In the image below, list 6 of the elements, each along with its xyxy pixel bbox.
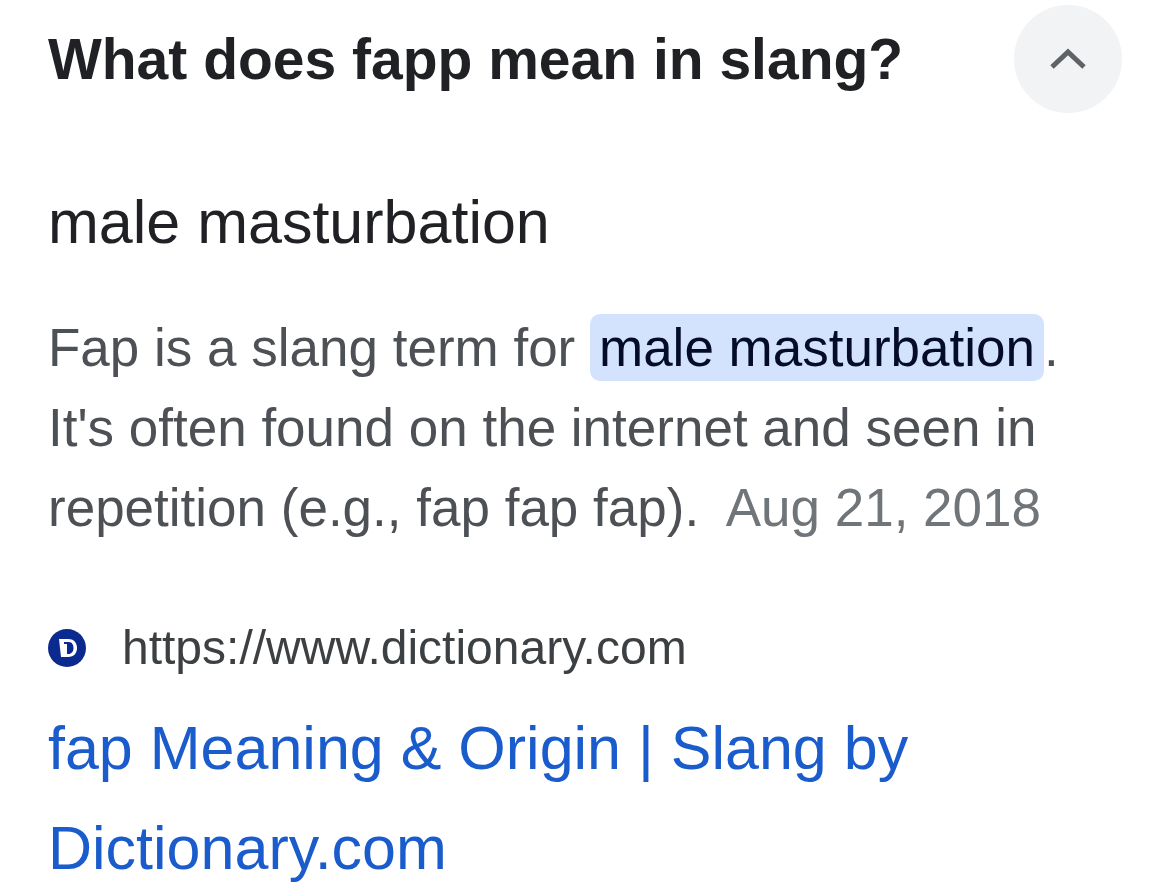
result-title-link[interactable]: fap Meaning & Origin | Slang by Dictionary.com: [48, 698, 1048, 896]
snippet-text: Fap is a slang term for male masturbation . It's often found on the internet and seen in repetition (e.g., fap fap fap). Aug 21, 2018: [48, 308, 1112, 548]
answer-heading: male masturbation: [48, 187, 550, 258]
source-url: https://www.dictionary.com: [122, 620, 687, 676]
question-title: What does fapp mean in slang?: [48, 26, 904, 93]
site-logo-icon: [48, 629, 86, 667]
